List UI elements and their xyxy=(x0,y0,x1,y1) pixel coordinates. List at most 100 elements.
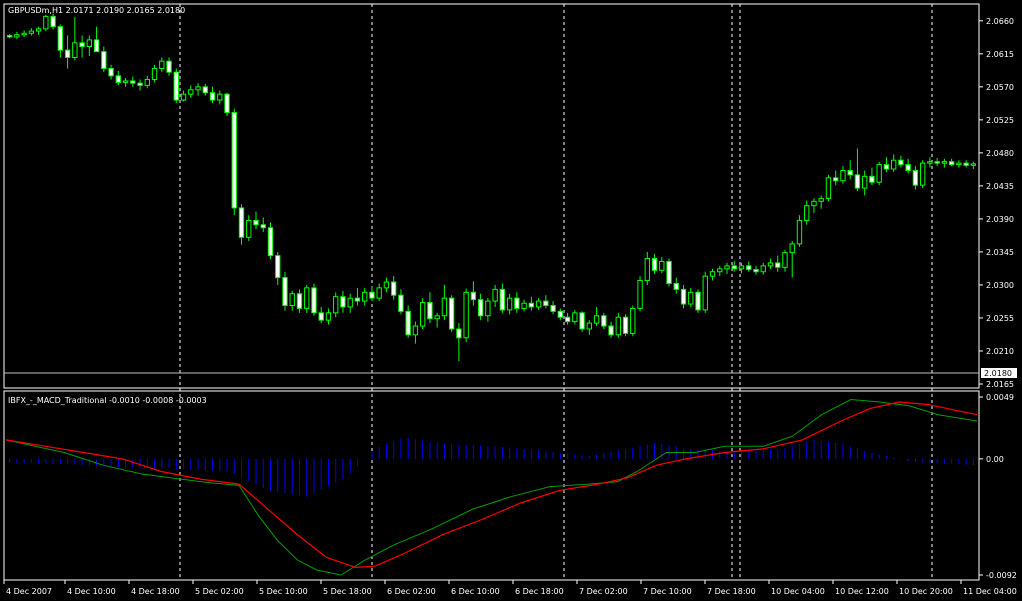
candle-body xyxy=(217,93,223,101)
candle-body xyxy=(362,291,368,302)
candle-body xyxy=(188,89,194,95)
candle-body xyxy=(970,163,977,166)
candle-body xyxy=(630,307,636,334)
candle-body xyxy=(876,164,882,183)
candle-body xyxy=(267,227,274,257)
candle-body xyxy=(173,71,179,101)
candle-body xyxy=(919,162,926,186)
candle-body xyxy=(912,169,919,186)
candle-body xyxy=(72,42,78,58)
candle-body xyxy=(318,312,324,321)
candle-body xyxy=(724,265,730,270)
candle-body xyxy=(586,322,592,330)
candle-body xyxy=(398,294,404,312)
candle-body xyxy=(376,287,382,299)
candle-body xyxy=(673,282,679,290)
price-tick-label: 2.0525 xyxy=(986,116,1014,125)
price-panel-header: GBPUSDm,H1 2.0171 2.0190 2.0165 2.0180 xyxy=(8,6,185,15)
candle-body xyxy=(115,75,121,83)
candle-body xyxy=(572,312,578,323)
time-tick-label: 10 Dec 12:00 xyxy=(835,587,889,596)
candle-body xyxy=(296,293,303,309)
candle-body xyxy=(231,112,237,209)
candle-body xyxy=(253,219,259,226)
candle-body xyxy=(695,291,701,311)
time-tick-label: 5 Dec 02:00 xyxy=(195,587,244,596)
candle-body xyxy=(644,258,650,282)
candle-body xyxy=(354,297,361,302)
candle-body xyxy=(869,175,875,183)
candle-body xyxy=(948,161,955,166)
time-tick-label: 10 Dec 04:00 xyxy=(771,587,825,596)
candle-body xyxy=(543,300,549,306)
price-tick-label: 2.0300 xyxy=(986,281,1014,290)
candle-body xyxy=(122,80,129,83)
candle-body xyxy=(825,177,832,199)
time-tick-label: 7 Dec 02:00 xyxy=(579,587,628,596)
macd-tick-label: 0.00 xyxy=(986,455,1004,464)
candle-body xyxy=(101,51,107,69)
candle-body xyxy=(304,287,310,309)
time-tick-label: 4 Dec 2007 xyxy=(6,587,52,596)
candle-body xyxy=(441,297,448,317)
current-price-label: 2.0180 xyxy=(984,369,1012,378)
candle-body xyxy=(93,39,100,53)
candle-body xyxy=(717,268,723,273)
time-tick-label: 7 Dec 10:00 xyxy=(643,587,692,596)
candle-body xyxy=(246,219,252,238)
price-tick-label: 2.0255 xyxy=(986,314,1014,323)
candle-body xyxy=(883,164,890,170)
macd-tick-label: -0.0092 xyxy=(986,571,1017,580)
candle-body xyxy=(767,262,774,267)
candle-body xyxy=(275,255,281,279)
chart-stage: 2.0660 2.0615 2.0570 2.0525 2.0480 2.0435 2.03… xyxy=(0,0,1022,601)
candle-body xyxy=(485,300,491,317)
candle-body xyxy=(391,281,397,296)
candle-body xyxy=(434,315,440,320)
candle-body xyxy=(21,32,27,36)
candle-body xyxy=(622,316,629,334)
candle-body xyxy=(130,80,136,84)
candle-body xyxy=(238,207,245,238)
candle-body xyxy=(963,162,969,166)
price-tick-label: 2.0390 xyxy=(986,215,1014,224)
candle-body xyxy=(180,93,187,101)
candle-body xyxy=(260,224,266,229)
candle-body xyxy=(601,315,607,327)
candle-body xyxy=(64,49,71,58)
candle-body xyxy=(492,288,498,302)
candle-body xyxy=(35,28,42,32)
candle-body xyxy=(956,162,962,166)
price-tick-label: 2.0660 xyxy=(986,17,1014,26)
candle-body xyxy=(593,315,600,324)
candle-body xyxy=(731,265,737,270)
candle-body xyxy=(289,293,295,306)
candle-body xyxy=(557,310,564,318)
candle-body xyxy=(369,291,375,299)
candle-body xyxy=(419,302,426,327)
time-tick-label: 11 Dec 04:00 xyxy=(963,587,1017,596)
time-tick-label: 6 Dec 10:00 xyxy=(451,587,500,596)
candle-body xyxy=(311,287,317,314)
candle-body xyxy=(209,92,216,101)
current-price-badge: 2.0180 xyxy=(981,367,1017,378)
candle-body xyxy=(709,271,716,277)
candle-body xyxy=(6,34,13,38)
candle-body xyxy=(470,291,477,301)
candle-body xyxy=(738,265,745,270)
price-tick-label: 2.0480 xyxy=(986,149,1014,158)
candle-body xyxy=(86,39,93,47)
candle-body xyxy=(637,280,643,309)
candle-body xyxy=(79,42,85,47)
candle-body xyxy=(347,297,353,308)
time-tick-label: 6 Dec 02:00 xyxy=(387,587,436,596)
candle-body xyxy=(137,82,143,86)
price-tick-label: 2.0210 xyxy=(986,347,1014,356)
candle-body xyxy=(57,26,64,51)
candle-body xyxy=(550,304,556,312)
candle-body xyxy=(499,288,506,311)
candle-body xyxy=(890,159,897,170)
candle-body xyxy=(412,325,419,336)
price-tick-label: 2.0570 xyxy=(986,83,1014,92)
candle-body xyxy=(463,291,469,339)
